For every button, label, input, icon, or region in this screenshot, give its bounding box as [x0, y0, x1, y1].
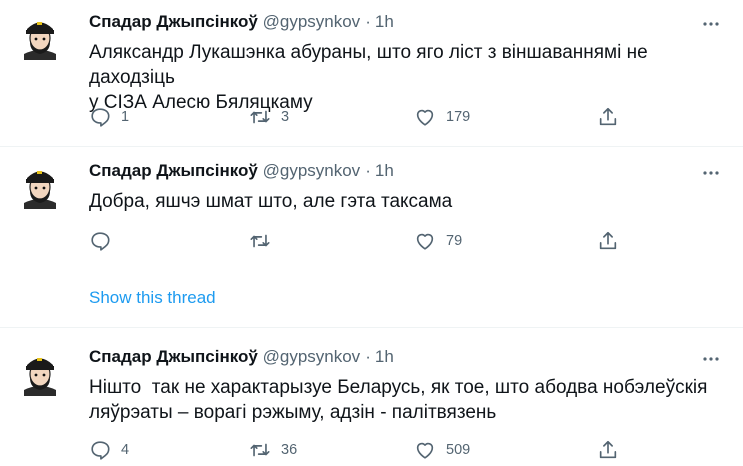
author-handle[interactable]: @gypsynkov	[263, 161, 361, 180]
author-name[interactable]: Спадар Джыпсінкоў	[89, 12, 258, 31]
author-name[interactable]: Спадар Джыпсінкоў	[89, 161, 258, 180]
reply-button[interactable]: 4	[89, 439, 129, 461]
like-icon	[416, 233, 434, 250]
tweet-header: Спадар Джыпсінкоў @gypsynkov · 1h	[89, 161, 394, 181]
author-handle[interactable]: @gypsynkov	[263, 347, 361, 366]
author-name[interactable]: Спадар Джыпсінкоў	[89, 347, 258, 366]
reply-button[interactable]	[89, 230, 121, 252]
retweet-icon	[250, 234, 270, 248]
share-button[interactable]	[597, 230, 619, 252]
like-button[interactable]: 509	[414, 439, 470, 461]
reply-button[interactable]: 1	[89, 106, 129, 128]
separator: ·	[365, 347, 371, 366]
like-count: 179	[446, 109, 471, 125]
reply-icon	[91, 232, 110, 251]
retweet-button[interactable]	[249, 230, 281, 252]
timestamp[interactable]: 1h	[375, 12, 394, 31]
reply-icon	[91, 441, 110, 460]
more-icon	[703, 357, 719, 361]
tweet-text-line: ляўрэаты – ворагі рэжыму, адзін - палітв…	[89, 402, 497, 423]
retweet-count: 3	[281, 109, 290, 125]
more-options-button[interactable]	[700, 13, 722, 35]
tweet-text-line: Нішто так не характарызуе Беларусь, як т…	[89, 377, 708, 398]
show-thread-link[interactable]: Show this thread	[89, 288, 216, 308]
tweet-text-line: Добра, яшчэ шмат што, але гэта таксама	[89, 191, 453, 212]
more-options-button[interactable]	[700, 348, 722, 370]
more-icon	[703, 171, 719, 175]
tweet-1[interactable]: Спадар Джыпсінкоў @gypsynkov · 1h Аляксанд…	[0, 0, 743, 146]
avatar[interactable]	[16, 161, 64, 209]
retweet-icon	[250, 443, 270, 457]
timestamp[interactable]: 1h	[375, 161, 394, 180]
tweet-text: Аляксандр Лукашэнка абураны, што яго ліс…	[89, 40, 729, 115]
more-icon	[703, 22, 719, 26]
retweet-count: 36	[281, 442, 298, 458]
share-icon	[599, 107, 617, 126]
tweet-text-line: у СІЗА Алесю Бяляцкаму	[89, 92, 313, 113]
like-icon	[416, 442, 434, 459]
avatar[interactable]	[16, 348, 64, 396]
like-button[interactable]: 179	[414, 106, 470, 128]
tweet-text: Нішто так не характарызуе Беларусь, як т…	[89, 375, 729, 425]
share-icon	[599, 440, 617, 459]
like-icon	[416, 109, 434, 126]
like-count: 509	[446, 442, 471, 458]
tweet-header: Спадар Джыпсінкоў @gypsynkov · 1h	[89, 347, 394, 367]
timestamp[interactable]: 1h	[375, 347, 394, 366]
separator: ·	[365, 161, 371, 180]
separator: ·	[365, 12, 371, 31]
tweet-2[interactable]: Спадар Джыпсінкоў @gypsynkov · 1h Добра, я…	[0, 147, 743, 327]
tweet-header: Спадар Джыпсінкоў @gypsynkov · 1h	[89, 12, 394, 32]
tweet-3[interactable]: Спадар Джыпсінкоў @gypsynkov · 1h Нішто та…	[0, 328, 743, 466]
avatar[interactable]	[16, 12, 64, 60]
retweet-button[interactable]: 36	[249, 439, 297, 461]
author-handle[interactable]: @gypsynkov	[263, 12, 361, 31]
reply-count: 1	[121, 109, 130, 125]
tweet-text: Добра, яшчэ шмат што, але гэта таксама	[89, 189, 729, 214]
retweet-icon	[250, 110, 270, 124]
like-button[interactable]: 79	[414, 230, 462, 252]
like-count: 79	[446, 233, 463, 249]
share-button[interactable]	[597, 106, 619, 128]
reply-count: 4	[121, 442, 130, 458]
more-options-button[interactable]	[700, 162, 722, 184]
tweet-text-line: Аляксандр Лукашэнка абураны, што яго ліс…	[89, 42, 648, 88]
retweet-button[interactable]: 3	[249, 106, 289, 128]
share-button[interactable]	[597, 439, 619, 461]
reply-icon	[91, 108, 110, 127]
share-icon	[599, 231, 617, 250]
